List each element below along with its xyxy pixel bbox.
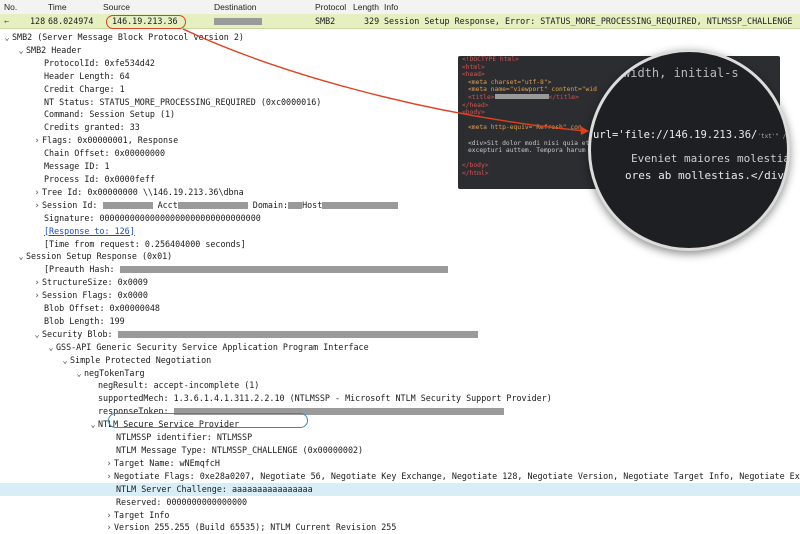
lens-line: width, initial-s — [623, 66, 739, 80]
magnifier-lens: width, initial-s url='file://146.19.213.… — [588, 49, 790, 251]
tree-node-smb2[interactable]: ⌄ SMB2 (Server Message Block Protocol ver… — [0, 31, 800, 44]
tree-node-spnego[interactable]: ⌄ Simple Protected Negotiation — [0, 354, 800, 367]
tree-node-security-blob[interactable]: ⌄ Security Blob: — [0, 328, 800, 341]
tree-node-session-flags[interactable]: › Session Flags: 0x0000 — [0, 289, 800, 302]
collapse-caret-icon[interactable]: ⌄ — [2, 31, 12, 44]
col-time[interactable]: Time — [48, 2, 67, 12]
packet-protocol: SMB2 — [315, 16, 336, 26]
packet-length: 329 — [364, 16, 380, 26]
tree-node-target-info[interactable]: › Target Info — [0, 509, 800, 522]
expand-caret-icon[interactable]: › — [32, 134, 42, 147]
packet-time: 68.024974 — [48, 16, 94, 26]
col-protocol[interactable]: Protocol — [315, 2, 346, 12]
tree-item[interactable]: negResult: accept-incomplete (1) — [0, 379, 800, 392]
expand-caret-icon[interactable]: › — [104, 509, 114, 522]
collapse-caret-icon[interactable]: ⌄ — [60, 354, 70, 367]
tree-node-target-name[interactable]: › Target Name: wNEmqfcH — [0, 457, 800, 470]
tree-item[interactable]: [Preauth Hash: — [0, 263, 800, 276]
collapse-caret-icon[interactable]: ⌄ — [16, 44, 26, 57]
tree-node-gss-api[interactable]: ⌄ GSS-API Generic Security Service Applic… — [0, 341, 800, 354]
collapse-caret-icon[interactable]: ⌄ — [32, 328, 42, 341]
tree-node-session-setup[interactable]: ⌄ Session Setup Response (0x01) — [0, 250, 800, 263]
packet-info: Session Setup Response, Error: STATUS_MO… — [384, 16, 793, 26]
expand-caret-icon[interactable]: › — [104, 457, 114, 470]
packet-list-header: No. Time Source Destination Protocol Len… — [0, 0, 800, 15]
expand-caret-icon[interactable]: › — [32, 289, 42, 302]
tree-item[interactable]: Reserved: 0000000000000000 — [0, 496, 800, 509]
expand-caret-icon[interactable]: › — [104, 470, 114, 483]
tree-item[interactable]: NTLM Message Type: NTLMSSP_CHALLENGE (0x… — [0, 444, 800, 457]
col-no[interactable]: No. — [4, 2, 17, 12]
tree-item[interactable]: supportedMech: 1.3.6.1.4.1.311.2.2.10 (N… — [0, 392, 800, 405]
expand-caret-icon[interactable]: › — [32, 276, 42, 289]
col-info[interactable]: Info — [384, 2, 398, 12]
lens-url-line: url='file://146.19.213.36/'txt'" /> — [593, 129, 790, 141]
packet-no: 128 — [30, 16, 46, 26]
expand-caret-icon[interactable]: › — [104, 521, 114, 534]
lens-line: ores ab mollestias.</div — [625, 169, 784, 182]
tree-node-structure-size[interactable]: › StructureSize: 0x0009 — [0, 276, 800, 289]
collapse-caret-icon[interactable]: ⌄ — [46, 341, 56, 354]
tree-node-version[interactable]: › Version 255.255 (Build 65535); NTLM Cur… — [0, 521, 800, 534]
lens-line: Eveniet maiores molestia — [631, 152, 790, 165]
ip-highlight-circle — [106, 15, 186, 29]
expand-caret-icon[interactable]: › — [32, 186, 42, 199]
tree-item-server-challenge[interactable]: NTLM Server Challenge: aaaaaaaaaaaaaaaa — [0, 482, 800, 496]
tree-item[interactable]: Blob Offset: 0x00000048 — [0, 302, 800, 315]
tree-node-negotiate-flags[interactable]: › Negotiate Flags: 0xe28a0207, Negotiate … — [0, 470, 800, 483]
col-destination[interactable]: Destination — [214, 2, 257, 12]
col-source[interactable]: Source — [103, 2, 130, 12]
collapse-caret-icon[interactable]: ⌄ — [74, 367, 84, 380]
challenge-highlight-circle — [108, 413, 308, 428]
response-arrow-icon: ← — [4, 16, 10, 26]
expand-caret-icon[interactable]: › — [32, 199, 42, 212]
tree-item[interactable]: Blob Length: 199 — [0, 315, 800, 328]
tree-item[interactable]: NTLMSSP identifier: NTLMSSP — [0, 431, 800, 444]
collapse-caret-icon[interactable]: ⌄ — [88, 418, 98, 431]
col-length[interactable]: Length — [353, 2, 379, 12]
collapse-caret-icon[interactable]: ⌄ — [16, 250, 26, 263]
tree-node-neg-token[interactable]: ⌄ negTokenTarg — [0, 367, 800, 380]
